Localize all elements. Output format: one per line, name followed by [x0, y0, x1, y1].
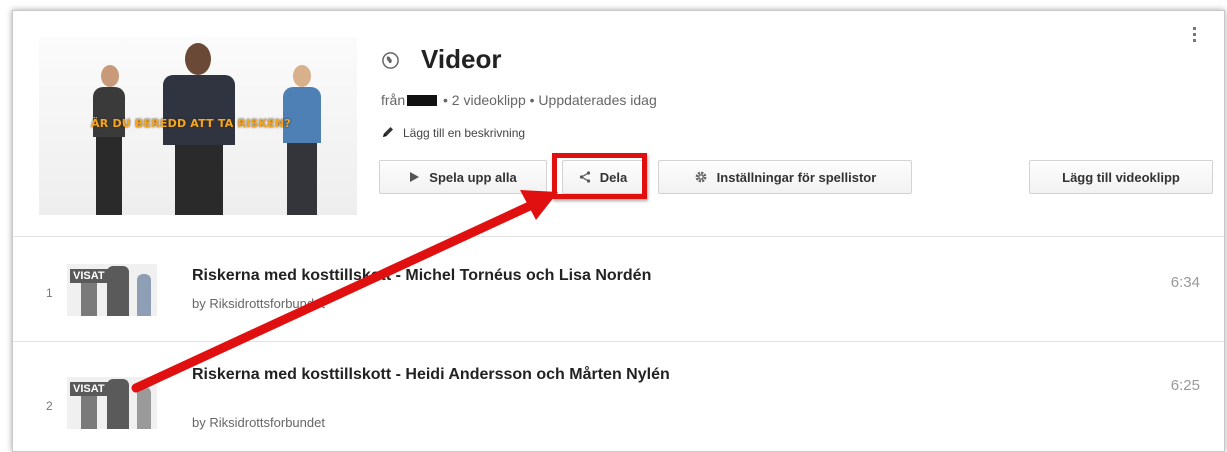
item-index: 1: [46, 286, 53, 300]
play-all-button[interactable]: Spela upp alla: [379, 160, 547, 194]
playlist-item[interactable]: 2 VISAT Riskerna med kosttillskott - Hei…: [13, 343, 1224, 452]
meta-from: från: [381, 92, 406, 108]
share-highlight-box: [552, 153, 647, 199]
playlist-meta: från • 2 videoklipp • Uppdaterades idag: [381, 92, 657, 108]
playlist-item[interactable]: 1 VISAT Riskerna med kosttillskott - Mic…: [13, 238, 1224, 342]
video-title[interactable]: Riskerna med kosttillskott - Michel Torn…: [192, 266, 732, 286]
video-thumbnail[interactable]: VISAT: [67, 377, 157, 429]
hero-person-left: [89, 65, 129, 215]
video-channel[interactable]: by Riksidrottsforbundet: [192, 415, 325, 430]
play-icon: [410, 172, 420, 182]
add-description-link[interactable]: Lägg till en beskrivning: [381, 125, 525, 140]
hero-caption: ÄR DU BEREDD ATT TA RISKEN?: [91, 117, 291, 130]
video-duration: 6:34: [1170, 274, 1200, 291]
hero-person-right: [279, 65, 325, 215]
gear-icon: [695, 171, 707, 183]
playlist-settings-button[interactable]: Inställningar för spellistor: [658, 160, 912, 194]
video-duration: 6:25: [1170, 377, 1200, 394]
playlist-panel: ÄR DU BEREDD ATT TA RISKEN? Videor från …: [12, 10, 1225, 452]
more-vert-icon[interactable]: [1193, 27, 1197, 45]
add-description-label: Lägg till en beskrivning: [403, 126, 526, 140]
video-title[interactable]: Riskerna med kosttillskott - Heidi Ander…: [192, 365, 712, 385]
item-index: 2: [46, 399, 53, 413]
playlist-header: ÄR DU BEREDD ATT TA RISKEN? Videor från …: [13, 11, 1224, 237]
playlist-settings-label: Inställningar för spellistor: [716, 169, 877, 185]
redacted-owner: [407, 95, 438, 106]
play-all-label: Spela upp alla: [429, 169, 517, 185]
video-thumbnail[interactable]: VISAT: [67, 264, 157, 316]
globe-icon: [382, 52, 399, 69]
playlist-title: Videor: [421, 44, 502, 74]
playlist-thumbnail[interactable]: ÄR DU BEREDD ATT TA RISKEN?: [39, 37, 357, 215]
watched-badge: VISAT: [70, 382, 108, 396]
meta-details: • 2 videoklipp • Uppdaterades idag: [443, 92, 657, 108]
watched-badge: VISAT: [70, 269, 108, 283]
add-video-button[interactable]: Lägg till videoklipp: [1029, 160, 1213, 194]
pencil-icon: [383, 127, 393, 137]
add-video-label: Lägg till videoklipp: [1062, 169, 1180, 185]
video-channel[interactable]: by Riksidrottsforbundet: [192, 296, 325, 311]
